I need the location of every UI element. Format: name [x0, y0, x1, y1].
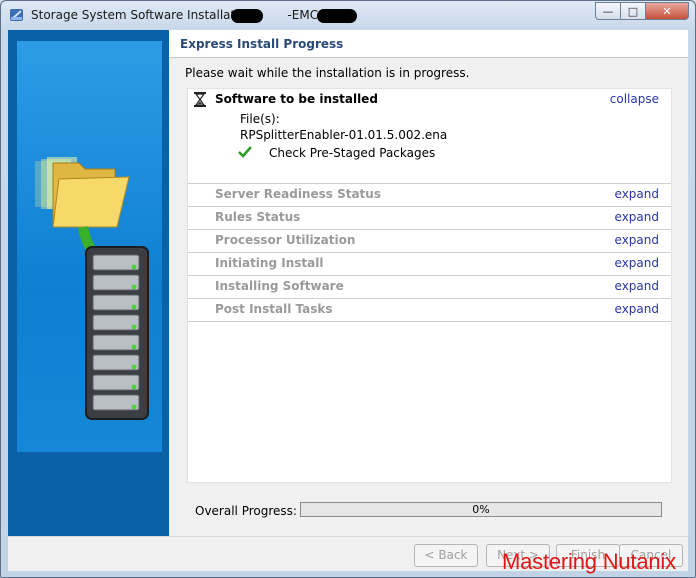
minimize-button[interactable]: —: [595, 2, 621, 20]
hourglass-icon: [194, 92, 206, 107]
installer-app-icon: [10, 9, 23, 21]
folder-to-server-icon: [35, 157, 149, 420]
file-name: RPSplitterEnabler-01.01.5.002.ena: [240, 128, 448, 142]
maximize-button[interactable]: □: [620, 2, 646, 20]
window-controls: — □ ✕: [595, 2, 689, 21]
redaction-mark: [231, 9, 263, 23]
installer-window: Storage System Software Installation - -…: [0, 0, 696, 578]
title-bar[interactable]: Storage System Software Installation - -…: [1, 1, 695, 29]
watermark-text: Mastering Nutanix: [502, 549, 676, 574]
check-item-label: Check Pre-Staged Packages: [269, 146, 436, 160]
redaction-mark: [317, 9, 357, 23]
left-banner: [8, 30, 169, 536]
expand-link[interactable]: expand: [615, 210, 659, 224]
step-title: Rules Status: [215, 210, 301, 224]
wizard-content: Please wait while the installation is in…: [169, 58, 688, 536]
wizard-header: Express Install Progress: [169, 30, 688, 58]
expand-link[interactable]: expand: [615, 187, 659, 201]
files-label: File(s):: [240, 112, 280, 126]
expand-link[interactable]: expand: [615, 256, 659, 270]
step-software-to-be-installed: Software to be installed collapse: [188, 89, 671, 111]
page-title: Express Install Progress: [180, 37, 344, 51]
step-server-readiness: Server Readiness Status expand: [188, 184, 671, 206]
overall-progress-bar: 0%: [300, 502, 662, 517]
step-processor-utilization: Processor Utilization expand: [188, 230, 671, 252]
step-title: Installing Software: [215, 279, 344, 293]
expand-link[interactable]: expand: [615, 233, 659, 247]
overall-progress-label: Overall Progress:: [195, 504, 297, 518]
step-initiating-install: Initiating Install expand: [188, 253, 671, 275]
window-title: Storage System Software Installation - -…: [31, 8, 347, 22]
expand-link[interactable]: expand: [615, 302, 659, 316]
progress-percent: 0%: [472, 503, 490, 516]
step-title: Post Install Tasks: [215, 302, 333, 316]
collapse-link[interactable]: collapse: [610, 92, 659, 106]
step-title: Server Readiness Status: [215, 187, 381, 201]
step-rules-status: Rules Status expand: [188, 207, 671, 229]
back-button[interactable]: < Back: [414, 544, 478, 567]
checkmark-icon: [238, 146, 252, 158]
install-steps-panel: Software to be installed collapse File(s…: [187, 88, 672, 483]
step-post-install-tasks: Post Install Tasks expand: [188, 299, 671, 321]
step-installing-software: Installing Software expand: [188, 276, 671, 298]
status-message: Please wait while the installation is in…: [185, 66, 470, 80]
step-title: Processor Utilization: [215, 233, 356, 247]
expand-link[interactable]: expand: [615, 279, 659, 293]
close-button[interactable]: ✕: [645, 2, 689, 20]
window-client-area: Express Install Progress Please wait whi…: [8, 30, 688, 571]
step-title: Software to be installed: [215, 92, 378, 106]
step-title: Initiating Install: [215, 256, 324, 270]
divider: [188, 321, 671, 322]
install-illustration: [17, 41, 162, 452]
